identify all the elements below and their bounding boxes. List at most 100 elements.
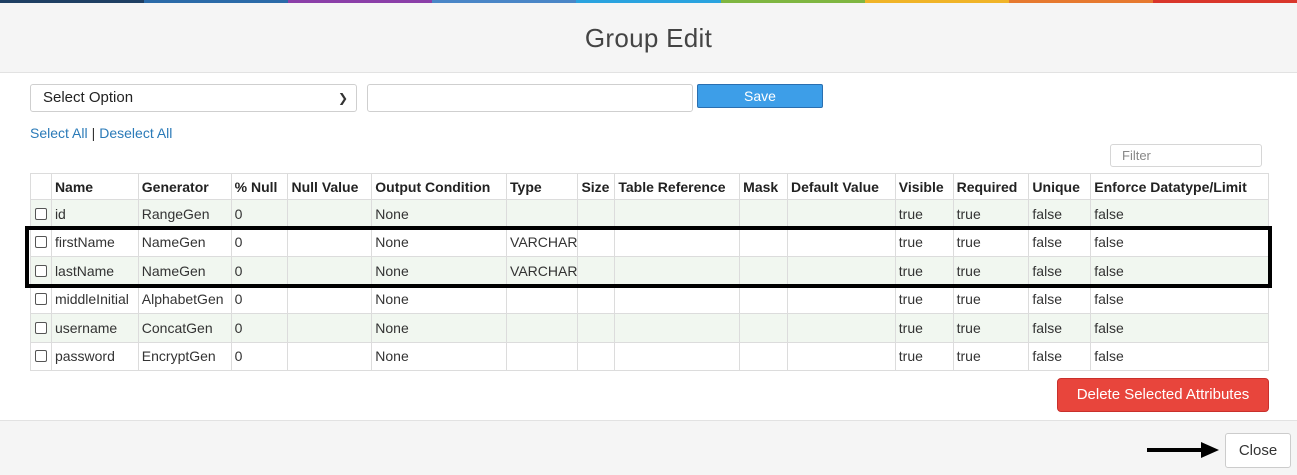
- column-header[interactable]: % Null: [230, 173, 289, 200]
- cell-enforce: false: [1090, 341, 1269, 371]
- cell-null-value: [287, 313, 373, 343]
- filter-input[interactable]: Filter: [1110, 144, 1262, 167]
- cell-name: password: [50, 341, 139, 371]
- column-header[interactable]: Required: [952, 173, 1030, 200]
- cell-table-reference: [614, 199, 741, 229]
- cell-mask: [739, 313, 789, 343]
- cell-default-value: [787, 256, 896, 286]
- row-checkbox-cell: [30, 313, 52, 343]
- cell-visible: true: [894, 256, 954, 286]
- value-input[interactable]: [367, 84, 693, 112]
- row-checkbox[interactable]: [35, 236, 47, 249]
- cell-unique: false: [1028, 256, 1092, 286]
- cell-table-reference: [614, 227, 741, 257]
- row-checkbox[interactable]: [35, 207, 47, 220]
- row-checkbox-cell: [30, 227, 52, 257]
- link-separator: |: [91, 125, 96, 141]
- select-all-link[interactable]: Select All: [30, 125, 88, 141]
- option-select-value: Select Option: [43, 89, 134, 106]
- column-header[interactable]: Mask: [739, 173, 789, 200]
- cell-visible: true: [894, 341, 954, 371]
- column-header[interactable]: Name: [50, 173, 139, 200]
- cell-enforce: false: [1090, 227, 1269, 257]
- cell-table-reference: [614, 284, 741, 314]
- save-button[interactable]: Save: [697, 84, 823, 108]
- cell-null-pct: 0: [230, 227, 289, 257]
- row-checkbox[interactable]: [35, 293, 47, 306]
- cell-default-value: [787, 313, 896, 343]
- cell-null-value: [287, 227, 373, 257]
- cell-output-condition: None: [371, 227, 508, 257]
- cell-enforce: false: [1090, 313, 1269, 343]
- cell-generator: RangeGen: [137, 199, 232, 229]
- column-header[interactable]: Enforce Datatype/Limit: [1090, 173, 1269, 200]
- cell-default-value: [787, 341, 896, 371]
- table-row: id RangeGen 0 None true true false false: [30, 199, 1269, 229]
- delete-selected-button[interactable]: Delete Selected Attributes: [1057, 378, 1269, 412]
- option-select[interactable]: Select Option ❯: [30, 84, 357, 112]
- column-header[interactable]: Visible: [894, 173, 954, 200]
- cell-null-value: [287, 284, 373, 314]
- cell-unique: false: [1028, 341, 1092, 371]
- cell-null-pct: 0: [230, 199, 289, 229]
- cell-name: lastName: [50, 256, 139, 286]
- cell-null-value: [287, 341, 373, 371]
- cell-mask: [739, 199, 789, 229]
- column-header[interactable]: Generator: [137, 173, 232, 200]
- cell-enforce: false: [1090, 199, 1269, 229]
- cell-type: [506, 341, 579, 371]
- column-header[interactable]: Size: [577, 173, 616, 200]
- chevron-down-icon: ❯: [337, 91, 348, 105]
- row-checkbox-cell: [30, 256, 52, 286]
- cell-size: [577, 313, 616, 343]
- row-checkbox[interactable]: [35, 264, 47, 277]
- cell-name: username: [50, 313, 139, 343]
- cell-visible: true: [894, 284, 954, 314]
- cell-generator: NameGen: [137, 256, 232, 286]
- cell-null-pct: 0: [230, 284, 289, 314]
- cell-visible: true: [894, 227, 954, 257]
- column-header[interactable]: Output Condition: [371, 173, 508, 200]
- close-button[interactable]: Close: [1225, 433, 1291, 468]
- row-checkbox-cell: [30, 341, 52, 371]
- row-checkbox[interactable]: [35, 321, 47, 334]
- cell-visible: true: [894, 313, 954, 343]
- cell-type: VARCHAR: [506, 256, 579, 286]
- column-header[interactable]: Unique: [1028, 173, 1092, 200]
- cell-required: true: [952, 341, 1030, 371]
- select-column-header: [30, 173, 52, 200]
- arrow-right-icon: [1147, 442, 1219, 458]
- cell-output-condition: None: [371, 284, 508, 314]
- cell-generator: ConcatGen: [137, 313, 232, 343]
- column-header[interactable]: Null Value: [287, 173, 373, 200]
- cell-null-value: [287, 256, 373, 286]
- table-row: lastName NameGen 0 None VARCHAR true true false…: [30, 256, 1269, 286]
- cell-table-reference: [614, 313, 741, 343]
- cell-mask: [739, 256, 789, 286]
- cell-type: [506, 284, 579, 314]
- cell-table-reference: [614, 341, 741, 371]
- row-checkbox-cell: [30, 284, 52, 314]
- attributes-table: Name Generator% Null Null Value Output Cond…: [30, 173, 1269, 371]
- column-header[interactable]: Table Reference: [614, 173, 741, 200]
- cell-size: [577, 341, 616, 371]
- cell-null-pct: 0: [230, 341, 289, 371]
- cell-visible: true: [894, 199, 954, 229]
- cell-enforce: false: [1090, 256, 1269, 286]
- cell-generator: NameGen: [137, 227, 232, 257]
- column-header[interactable]: Default Value: [787, 173, 896, 200]
- cell-enforce: false: [1090, 284, 1269, 314]
- cell-mask: [739, 341, 789, 371]
- cell-default-value: [787, 227, 896, 257]
- cell-generator: AlphabetGen: [137, 284, 232, 314]
- cell-default-value: [787, 199, 896, 229]
- deselect-all-link[interactable]: Deselect All: [99, 125, 172, 141]
- cell-size: [577, 227, 616, 257]
- row-checkbox-cell: [30, 199, 52, 229]
- cell-null-pct: 0: [230, 313, 289, 343]
- column-header[interactable]: Type: [506, 173, 579, 200]
- cell-null-value: [287, 199, 373, 229]
- row-checkbox[interactable]: [35, 350, 47, 363]
- cell-unique: false: [1028, 313, 1092, 343]
- cell-unique: false: [1028, 284, 1092, 314]
